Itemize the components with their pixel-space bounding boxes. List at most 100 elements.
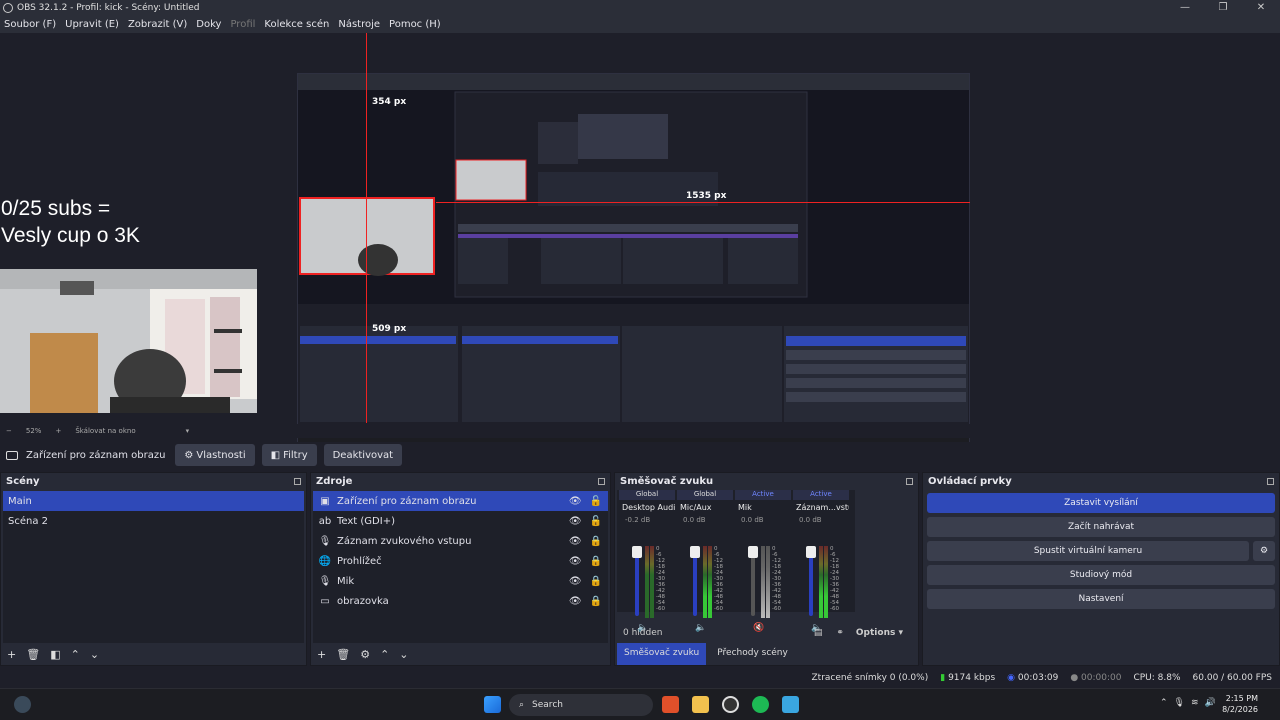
channel-name[interactable]: Mic/Aux [677,503,733,512]
move-down-icon[interactable]: ⌄ [399,648,408,661]
source-item[interactable]: ▣ Zařízení pro záznam obrazu 👁 🔓 [313,491,608,511]
menu-edit[interactable]: Upravit (E) [65,19,119,30]
sources-title: Zdroje [316,475,353,487]
file-explorer-icon[interactable] [692,696,709,713]
eye-icon[interactable]: 👁 [569,536,582,547]
source-item[interactable]: ab Text (GDI+) 👁 🔓 [313,511,608,531]
move-down-icon[interactable]: ⌄ [90,648,99,661]
remove-scene-icon[interactable]: 🗑 [26,648,40,661]
slider-knob[interactable] [632,546,642,558]
popout-icon[interactable] [598,477,605,485]
popout-icon[interactable] [906,477,913,485]
channel-name[interactable]: Desktop Audio [619,503,675,512]
scale-mode[interactable]: Škálovat na okno [75,427,135,435]
taskbar-search[interactable]: ⌕ Search [509,694,653,716]
scene-item-main[interactable]: Main [3,491,304,511]
menu-scene-collection[interactable]: Kolekce scén [264,19,329,30]
app-icon[interactable] [782,696,799,713]
start-virtual-camera-button[interactable]: Spustit virtuální kameru [927,541,1249,561]
start-icon[interactable] [484,696,501,713]
properties-button[interactable]: ⚙ Vlastnosti [175,444,255,466]
channel-name[interactable]: Záznam...vstupu [793,503,849,512]
lock-icon[interactable]: 🔓 [590,496,602,507]
zoom-in-button[interactable]: + [55,427,61,435]
zoom-out-button[interactable]: − [6,427,12,435]
channel-name[interactable]: Mik [735,503,791,512]
eye-icon[interactable]: 👁 [569,496,582,507]
menu-tools[interactable]: Nástroje [338,19,380,30]
eye-icon[interactable]: 👁 [569,576,582,587]
gear-icon[interactable]: ⚙ [1253,541,1275,561]
volume-slider[interactable] [748,546,758,616]
start-recording-button[interactable]: Začít nahrávat [927,517,1275,537]
minimize-button[interactable]: — [1166,0,1204,15]
lock-icon[interactable]: 🔒 [590,536,602,547]
volume-slider[interactable] [632,546,642,616]
slider-knob[interactable] [690,546,700,558]
slider-knob[interactable] [748,546,758,558]
search-icon: ⌕ [519,700,525,710]
volume-slider[interactable] [690,546,700,616]
scenes-list: Main Scéna 2 [3,491,304,643]
obs-icon[interactable] [722,696,739,713]
remove-source-icon[interactable]: 🗑 [336,648,350,661]
layout-icon[interactable]: ▤ [814,628,823,638]
volume-icon[interactable]: 🔊 [1205,698,1222,708]
eye-icon[interactable]: 👁 [569,596,582,607]
add-scene-button[interactable]: + [7,648,16,661]
status-bar: Ztracené snímky 0 (0.0%) ▮ 9174 kbps ◉ 0… [0,668,1280,688]
brave-icon[interactable] [662,696,679,713]
deactivate-label: Deaktivovat [332,449,394,461]
maximize-button[interactable]: ❐ [1204,0,1242,15]
filters-label: Filtry [283,449,308,461]
menu-docks[interactable]: Doky [196,19,221,30]
tab-scene-transitions[interactable]: Přechody scény [710,643,795,665]
eye-icon[interactable]: 👁 [569,516,582,527]
close-button[interactable]: ✕ [1242,0,1280,15]
menu-help[interactable]: Pomoc (H) [389,19,441,30]
volume-slider[interactable] [806,546,816,616]
mic-icon[interactable]: 🎙 [1174,698,1191,708]
widgets-icon[interactable] [14,696,31,713]
scale-mode-caret[interactable]: ▾ [186,427,190,435]
source-item[interactable]: 🎙 Záznam zvukového vstupu 👁 🔒 [313,531,608,551]
link-icon[interactable]: ⚭ [836,628,844,638]
gear-icon[interactable]: ⚙ [360,648,370,661]
lock-icon[interactable]: 🔓 [590,516,602,527]
filters-button[interactable]: ◧ Filtry [261,444,317,466]
scene-item-scena-2[interactable]: Scéna 2 [3,511,304,531]
lock-icon[interactable]: 🔒 [590,576,602,587]
add-source-button[interactable]: + [317,648,326,661]
popout-icon[interactable] [294,477,301,485]
spotify-icon[interactable] [752,696,769,713]
lock-icon[interactable]: 🔒 [590,556,602,567]
filter-icon[interactable]: ◧ [50,648,60,661]
studio-mode-button[interactable]: Studiový mód [927,565,1275,585]
menu-view[interactable]: Zobrazit (V) [128,19,187,30]
menu-file[interactable]: Soubor (F) [4,19,56,30]
move-up-icon[interactable]: ⌃ [71,648,80,661]
menu-profile[interactable]: Profil [230,19,255,30]
channel-header: Global [677,490,733,500]
text-icon: ab [318,515,332,527]
source-item[interactable]: 🌐 Prohlížeč 👁 🔒 [313,551,608,571]
wifi-icon[interactable]: ≋ [1191,698,1205,708]
deactivate-button[interactable]: Deaktivovat [323,444,403,466]
tab-audio-mixer[interactable]: Směšovač zvuku [617,643,707,665]
lock-icon[interactable]: 🔒 [590,596,602,607]
settings-button[interactable]: Nastavení [927,589,1275,609]
preview-canvas[interactable]: 0/25 subs = Vesly cup o 3K 354 px 509 px… [0,33,1280,451]
controls-dock: Ovládací prvky Zastavit vysílání Začít n… [922,472,1280,666]
system-clock[interactable]: 2:15 PM 8/2/2026 [1222,693,1258,715]
channel-db: 0.0 dB [799,516,822,524]
stop-streaming-button[interactable]: Zastavit vysílání [927,493,1275,513]
move-up-icon[interactable]: ⌃ [380,648,389,661]
chevron-up-icon[interactable]: ⌃ [1160,698,1174,708]
eye-icon[interactable]: 👁 [569,556,582,567]
popout-icon[interactable] [1267,477,1274,485]
source-item[interactable]: ▭ obrazovka 👁 🔒 [313,591,608,611]
source-item[interactable]: 🎙 Mik 👁 🔒 [313,571,608,591]
mic-icon: 🎙 [318,575,332,587]
slider-knob[interactable] [806,546,816,558]
options-button[interactable]: Options ▾ [856,628,903,638]
